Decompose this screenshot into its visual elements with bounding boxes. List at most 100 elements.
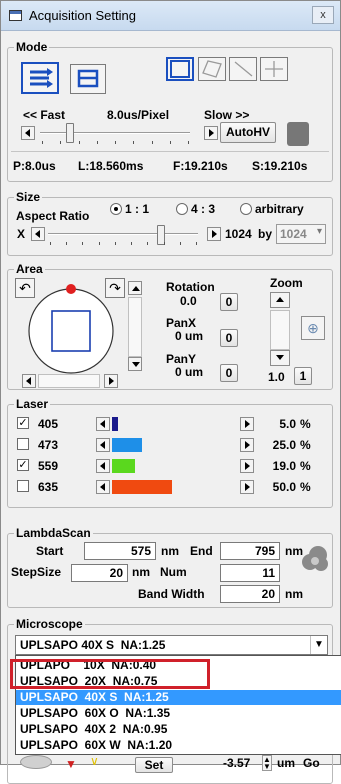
magnifier-icon[interactable]: ⊕ xyxy=(301,316,325,340)
slider-tick xyxy=(42,141,43,144)
slider-tick xyxy=(66,242,67,245)
start-label: Start xyxy=(36,544,64,558)
scanner-icon[interactable] xyxy=(287,122,309,146)
size-label: Size xyxy=(14,190,43,204)
objective-select[interactable]: UPLSAPO 40X S NA:1.25 ▼ xyxy=(15,635,328,655)
pany-down-button[interactable] xyxy=(128,357,142,371)
rotated-scan-button[interactable] xyxy=(198,57,226,81)
autohv-button[interactable]: AutoHV xyxy=(220,122,276,143)
laser-increase-button[interactable] xyxy=(240,459,254,473)
laser-row: ✓ 405 5.0% xyxy=(8,415,328,433)
panx-left-button[interactable] xyxy=(22,374,36,388)
focus-stepper[interactable]: ▲ ▼ xyxy=(262,755,272,771)
laser-increase-button[interactable] xyxy=(240,417,254,431)
area-label: Area xyxy=(14,262,45,276)
laser-power-bar[interactable] xyxy=(112,438,142,452)
y-size-value: 1024 xyxy=(280,227,307,241)
square-scan-button[interactable] xyxy=(166,57,194,81)
size-increase-button[interactable] xyxy=(207,227,221,241)
set-button[interactable]: Set xyxy=(135,757,173,773)
x-value: 1024 xyxy=(225,227,252,241)
close-button[interactable]: x xyxy=(312,6,334,24)
slider-tick xyxy=(82,242,83,245)
panx-right-button[interactable] xyxy=(104,374,118,388)
laser-decrease-button[interactable] xyxy=(96,438,110,452)
zoom-down-button[interactable] xyxy=(270,350,290,366)
slider-tick xyxy=(131,242,132,245)
start-input[interactable]: 575 xyxy=(84,542,156,560)
y-size-select[interactable]: 1024 ▾ xyxy=(276,224,326,244)
focus-arrow-icon: ▼ xyxy=(65,757,77,771)
rotation-label: Rotation xyxy=(166,280,215,294)
objective-option[interactable]: UPLSAPO 40X 2 NA:0.95 xyxy=(16,722,341,737)
laser-decrease-button[interactable] xyxy=(96,480,110,494)
window-title: Acquisition Setting xyxy=(29,8,136,23)
laser-label: Laser xyxy=(14,397,51,411)
pany-scrollbar[interactable] xyxy=(128,297,142,357)
series-time: S:19.210s xyxy=(252,159,308,173)
mode-label: Mode xyxy=(14,40,50,54)
pany-reset-button[interactable]: 0 xyxy=(220,364,238,382)
objective-option[interactable]: UPLSAPO 40X S NA:1.25 xyxy=(16,690,341,705)
laser-checkbox[interactable] xyxy=(17,438,29,450)
line-scan-icon xyxy=(234,61,253,77)
rotation-value: 0.0 xyxy=(180,294,197,308)
laser-power-bar[interactable] xyxy=(112,480,172,494)
dropdown-chevron-icon: ▼ xyxy=(310,636,327,654)
num-input[interactable]: 11 xyxy=(220,564,280,582)
objective-option[interactable]: UPLSAPO 60X O NA:1.35 xyxy=(16,706,341,721)
laser-checkbox[interactable] xyxy=(17,480,29,492)
focus-marker-icon: ∨ xyxy=(90,754,99,768)
laser-power-bar[interactable] xyxy=(112,417,118,431)
line-scan-button[interactable] xyxy=(229,57,257,81)
point-scan-icon xyxy=(265,61,283,77)
laser-increase-button[interactable] xyxy=(240,480,254,494)
point-scan-button[interactable] xyxy=(260,57,288,81)
slider-tick xyxy=(99,242,100,245)
scan-area-circle[interactable] xyxy=(22,284,130,378)
slider-tick xyxy=(115,242,116,245)
slider-tick xyxy=(147,242,148,245)
bandwidth-input[interactable]: 20 xyxy=(220,585,280,603)
stepsize-input[interactable]: 20 xyxy=(71,564,128,582)
pany-up-button[interactable] xyxy=(128,281,142,295)
pixel-time: P:8.0us xyxy=(13,159,56,173)
aspect-arbitrary-label: arbitrary xyxy=(255,202,304,216)
laser-power-bar[interactable] xyxy=(112,459,135,473)
aspect-4-3-radio[interactable] xyxy=(176,203,188,215)
go-button[interactable]: Go xyxy=(303,756,320,770)
size-decrease-button[interactable] xyxy=(31,227,45,241)
objective-option[interactable]: UPLSAPO 60X W NA:1.20 xyxy=(16,738,341,753)
stage-icon xyxy=(20,755,52,769)
laser-checkbox[interactable]: ✓ xyxy=(17,417,29,429)
speed-slider-thumb[interactable] xyxy=(66,123,74,143)
window-icon xyxy=(9,10,22,21)
aspect-1-1-radio[interactable] xyxy=(110,203,122,215)
fast-label: << Fast xyxy=(23,108,66,122)
speed-increase-button[interactable] xyxy=(204,126,218,140)
panx-reset-button[interactable]: 0 xyxy=(220,329,238,347)
zoom-scrollbar[interactable] xyxy=(270,310,290,350)
slider-tick xyxy=(60,141,61,144)
slider-tick xyxy=(180,242,181,245)
laser-decrease-button[interactable] xyxy=(96,417,110,431)
pany-value: 0 um xyxy=(175,365,204,379)
zoom-up-button[interactable] xyxy=(270,292,290,308)
round-trip-scan-button[interactable] xyxy=(70,64,106,94)
rotation-reset-button[interactable]: 0 xyxy=(220,293,238,311)
num-label: Num xyxy=(160,565,187,579)
end-input[interactable]: 795 xyxy=(220,542,280,560)
one-way-scan-icon xyxy=(30,68,53,88)
lambda-detector-icon[interactable] xyxy=(300,544,330,574)
one-way-scan-button[interactable] xyxy=(21,62,59,94)
slider-tick xyxy=(188,141,189,144)
speed-decrease-button[interactable] xyxy=(21,126,35,140)
laser-decrease-button[interactable] xyxy=(96,459,110,473)
laser-increase-button[interactable] xyxy=(240,438,254,452)
laser-checkbox[interactable]: ✓ xyxy=(17,459,29,471)
selection-highlight-box xyxy=(10,659,210,689)
bandwidth-unit: nm xyxy=(285,587,303,601)
zoom-reset-button[interactable]: 1 xyxy=(294,367,312,385)
aspect-arbitrary-radio[interactable] xyxy=(240,203,252,215)
panx-scrollbar[interactable] xyxy=(38,374,100,388)
